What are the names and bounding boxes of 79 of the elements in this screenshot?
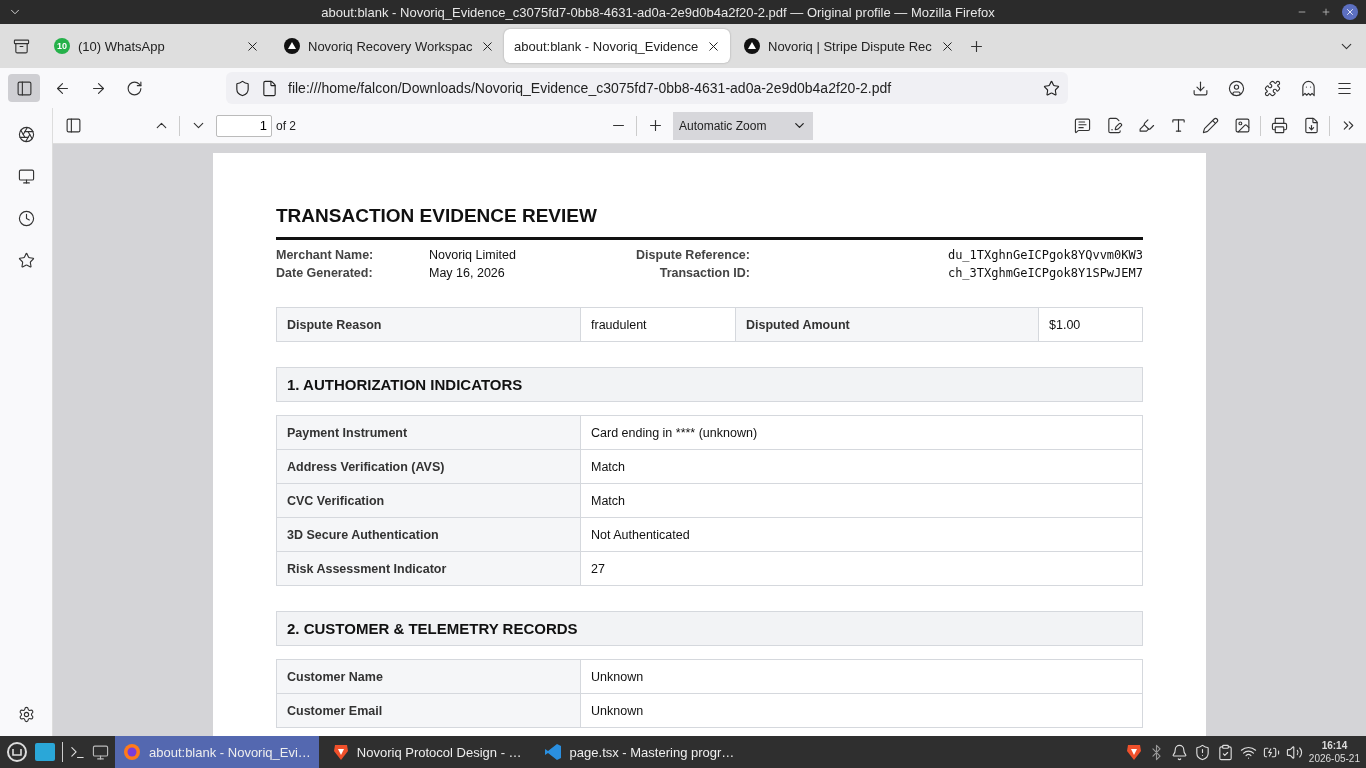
clock-time: 16:14 bbox=[1321, 739, 1348, 752]
document-title: TRANSACTION EVIDENCE REVIEW bbox=[276, 205, 1143, 240]
shield-icon bbox=[1193, 743, 1211, 761]
field-label: Dispute Reference: bbox=[635, 248, 750, 262]
save-icon[interactable] bbox=[1302, 117, 1320, 134]
draw-icon[interactable] bbox=[1201, 117, 1219, 134]
comment-icon[interactable] bbox=[1073, 117, 1091, 134]
reload-icon[interactable] bbox=[125, 79, 143, 97]
field-value: ch_3TXghmGeICPgok8Y1SPwJEM7 bbox=[946, 266, 1143, 280]
lion-icon bbox=[332, 743, 349, 761]
table-cell: 27 bbox=[581, 552, 1143, 586]
address-bar[interactable]: file:///home/falcon/Downloads/Novoriq_Evidence_c3075fd7-0bb8-4631-ad0a-2e9d0b4a2f20-2.pdf bbox=[226, 72, 1068, 104]
table-cell: Match bbox=[581, 450, 1143, 484]
table-cell: Unknown bbox=[581, 660, 1143, 694]
bell-icon bbox=[1170, 743, 1188, 761]
table-cell: CVC Verification bbox=[277, 484, 581, 518]
sidebar-toggle-icon bbox=[15, 79, 33, 97]
sidebar-toggle-icon[interactable] bbox=[64, 117, 82, 134]
taskbar-item[interactable]: about:blank - Novoriq_Evi… bbox=[115, 736, 319, 768]
highlight-icon[interactable] bbox=[1137, 117, 1155, 134]
close-button[interactable] bbox=[1342, 4, 1358, 20]
volume-icon bbox=[1285, 743, 1303, 761]
browser-tab[interactable]: 10 (10) WhatsApp bbox=[44, 29, 270, 63]
print-icon[interactable] bbox=[1270, 117, 1288, 134]
field-value: May 16, 2026 bbox=[429, 266, 506, 280]
lion-icon bbox=[1125, 743, 1142, 761]
table-cell: Card ending in **** (unknown) bbox=[581, 416, 1143, 450]
taskbar-item[interactable]: Novoriq Protocol Design - … bbox=[324, 736, 530, 768]
shield-icon bbox=[234, 79, 251, 97]
desktop-icon[interactable] bbox=[34, 742, 56, 762]
table-cell: Customer Name bbox=[277, 660, 581, 694]
download-icon[interactable] bbox=[1191, 79, 1209, 97]
browser-tab[interactable]: about:blank - Novoriq_Evidence bbox=[504, 29, 730, 63]
history-icon[interactable] bbox=[17, 209, 35, 227]
clipboard-icon bbox=[1216, 743, 1234, 761]
account-icon[interactable] bbox=[1227, 79, 1245, 97]
window-title: about:blank - Novoriq_Evidence_c3075fd7-0bb8-4631-ad0a-2e9d0b4a2f20-2.pdf — Original profile — Mozilla Firefox bbox=[320, 4, 996, 20]
tray-icon[interactable] bbox=[12, 37, 30, 55]
table-cell: Not Authenticated bbox=[581, 518, 1143, 552]
badge: 10 bbox=[54, 38, 70, 54]
field-value: du_1TXghnGeICPgok8YQvvm0KW3 bbox=[946, 248, 1143, 262]
table-cell: Unknown bbox=[581, 694, 1143, 728]
table-cell: 3D Secure Authentication bbox=[277, 518, 581, 552]
field-label: Merchant Name: bbox=[276, 248, 375, 262]
table-cell: Dispute Reason bbox=[277, 308, 581, 342]
file-icon bbox=[261, 79, 278, 97]
field-label: Transaction ID: bbox=[658, 266, 750, 280]
clock-date: 2026-05-21 bbox=[1308, 752, 1360, 765]
page-count: of 2 bbox=[276, 118, 296, 133]
table-cell: Customer Email bbox=[277, 694, 581, 728]
star-icon bbox=[1043, 79, 1060, 97]
taskbar-item[interactable]: page.tsx - Mastering progr… bbox=[535, 736, 743, 768]
browser-icon bbox=[123, 743, 141, 761]
bookmarks-icon[interactable] bbox=[17, 251, 35, 269]
table-cell: Payment Instrument bbox=[277, 416, 581, 450]
sidebar-toggle-button[interactable] bbox=[8, 74, 40, 102]
menu-icon[interactable] bbox=[6, 741, 28, 763]
table-cell: Address Verification (AVS) bbox=[277, 450, 581, 484]
field-label: Date Generated: bbox=[276, 266, 374, 280]
section-heading: 1. AUTHORIZATION INDICATORS bbox=[276, 367, 1143, 402]
field-value: Novoriq Limited bbox=[429, 248, 517, 262]
maximize-icon[interactable] bbox=[1321, 7, 1331, 17]
close-icon bbox=[1345, 7, 1355, 17]
code-editor-icon bbox=[543, 743, 562, 761]
section-heading: 2. CUSTOMER & TELEMETRY RECORDS bbox=[276, 611, 1143, 646]
table-cell: Match bbox=[581, 484, 1143, 518]
table-cell: Disputed Amount bbox=[736, 308, 1039, 342]
table-cell: fraudulent bbox=[581, 308, 736, 342]
browser-tab[interactable]: Novoriq Recovery Workspac bbox=[274, 29, 500, 63]
page-number-field[interactable]: 1 bbox=[216, 114, 272, 137]
image-icon[interactable] bbox=[1233, 117, 1251, 134]
extensions-icon[interactable] bbox=[1263, 79, 1281, 97]
table-cell: Risk Assessment Indicator bbox=[277, 552, 581, 586]
zoom-select[interactable]: Automatic Zoom bbox=[673, 111, 813, 140]
settings-icon[interactable] bbox=[17, 705, 35, 723]
signature-icon[interactable] bbox=[1105, 117, 1123, 134]
browser-tab[interactable]: Novoriq | Stripe Dispute Rec bbox=[734, 29, 960, 63]
table-cell: $1.00 bbox=[1039, 308, 1143, 342]
text-icon[interactable] bbox=[1169, 117, 1187, 134]
